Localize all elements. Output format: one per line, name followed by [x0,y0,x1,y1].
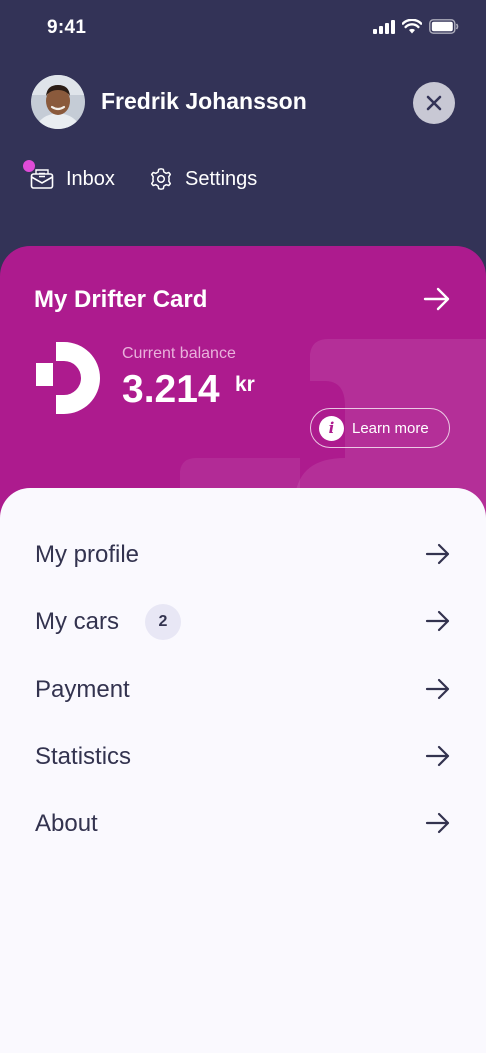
arrow-right-icon [425,610,450,632]
menu-item-my-profile[interactable]: My profile [0,531,486,579]
arrow-right-icon [425,678,450,700]
card-title: My Drifter Card [34,286,208,313]
drifter-logo [36,342,100,414]
menu-item-payment[interactable]: Payment [0,666,486,714]
menu-item-my-cars[interactable]: My cars 2 [0,598,486,646]
battery-icon [429,19,459,34]
menu-item-about[interactable]: About [0,800,486,848]
inbox-icon-wrap [23,160,55,192]
user-name: Fredrik Johansson [101,88,307,114]
menu-item-label: Statistics [35,743,132,770]
notification-dot [23,160,35,172]
learn-more-label: Learn more [352,419,429,437]
close-button[interactable] [413,82,455,124]
arrow-right-icon[interactable] [423,287,451,311]
info-icon: i [319,415,344,441]
avatar[interactable] [31,75,85,129]
settings-icon-wrap [148,166,174,192]
close-icon [426,95,442,111]
wifi-icon [402,19,422,34]
avatar-image [31,75,85,129]
balance-currency: kr [235,373,255,396]
balance-amount: 3.214 [122,368,220,411]
menu-item-label: Payment [35,676,130,703]
learn-more-button[interactable]: i Learn more [310,408,450,448]
cellular-signal-icon [373,19,395,34]
arrow-right-icon [425,543,450,565]
menu-item-statistics[interactable]: Statistics [0,733,486,781]
arrow-right-icon [425,812,450,834]
count-badge: 2 [145,604,181,640]
arrow-right-icon [425,745,450,767]
inbox-link[interactable]: Inbox [23,160,115,192]
status-icons [373,19,459,34]
status-bar: 9:41 [0,0,486,60]
menu-item-label: About [35,810,98,837]
menu-sheet: My profile My cars 2 Payment Statistics [0,488,486,1053]
mail-icon [30,169,54,189]
settings-label: Settings [185,167,258,190]
app-screen: 9:41 Fredrik Johansson Inbox Settings My… [0,0,486,1053]
menu-item-label: My cars [35,608,119,635]
menu-item-label: My profile [35,541,140,568]
balance-label: Current balance [122,345,236,362]
settings-link[interactable]: Settings [148,166,257,192]
inbox-label: Inbox [66,167,115,190]
gear-icon [150,168,172,190]
status-time: 9:41 [47,17,87,38]
